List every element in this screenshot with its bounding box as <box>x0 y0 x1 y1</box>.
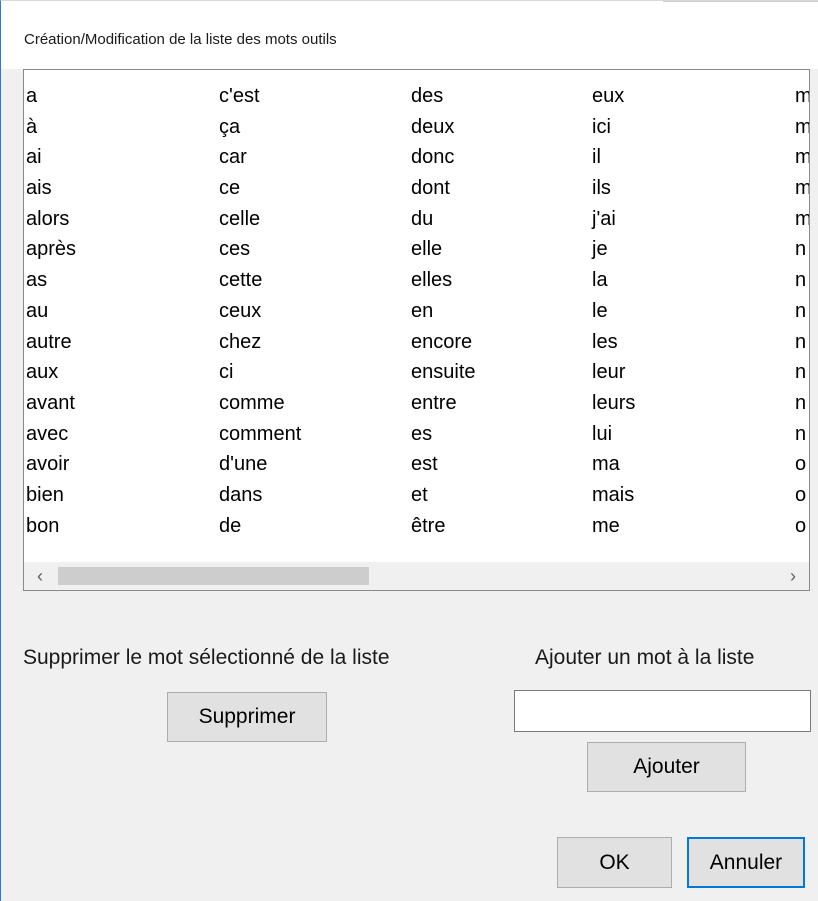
scroll-right-icon[interactable]: › <box>779 562 807 590</box>
list-item[interactable]: n <box>795 265 809 296</box>
list-item[interactable]: lui <box>592 419 635 450</box>
dialog-title: Création/Modification de la liste des mo… <box>24 31 337 48</box>
list-item[interactable]: les <box>592 327 635 358</box>
list-column-4: eux ici il ils j'ai je la le les leur leurs lui ma ma… <box>592 81 635 541</box>
list-column-2: c'est ça car ce celle ces cette ceux chez ci comme… <box>219 81 301 541</box>
list-column-5: mmmmmnnnnnnnooo <box>795 81 809 541</box>
list-item[interactable]: m <box>795 173 809 204</box>
list-item[interactable]: aux <box>26 357 76 388</box>
list-item[interactable]: ce <box>219 173 301 204</box>
list-item[interactable]: es <box>411 419 476 450</box>
list-item[interactable]: entre <box>411 388 476 419</box>
list-item[interactable]: m <box>795 142 809 173</box>
list-item[interactable]: encore <box>411 327 476 358</box>
dialog-window: Création/Modification de la liste des mo… <box>0 0 818 901</box>
list-item[interactable]: m <box>795 204 809 235</box>
list-column-3: des deux donc dont du elle elles en encore ensuit… <box>411 81 476 541</box>
list-item[interactable]: n <box>795 388 809 419</box>
list-item[interactable]: elles <box>411 265 476 296</box>
top-divider <box>663 1 818 2</box>
list-item[interactable]: de <box>219 511 301 542</box>
list-column-1: a à ai ais alors après as au autre aux avant avec av… <box>26 81 76 541</box>
list-item[interactable]: as <box>26 265 76 296</box>
horizontal-scrollbar[interactable]: ‹ › <box>24 562 809 590</box>
list-item[interactable]: m <box>795 112 809 143</box>
list-item[interactable]: donc <box>411 142 476 173</box>
list-item[interactable]: au <box>26 296 76 327</box>
list-item[interactable]: ici <box>592 112 635 143</box>
add-section-label: Ajouter un mot à la liste <box>535 646 755 669</box>
list-item[interactable]: c'est <box>219 81 301 112</box>
list-item[interactable]: comment <box>219 419 301 450</box>
list-item[interactable]: j'ai <box>592 204 635 235</box>
ok-button[interactable]: OK <box>557 837 672 888</box>
list-item[interactable]: comme <box>219 388 301 419</box>
list-item[interactable]: ils <box>592 173 635 204</box>
list-item[interactable]: il <box>592 142 635 173</box>
list-item[interactable]: ci <box>219 357 301 388</box>
list-item[interactable]: cette <box>219 265 301 296</box>
list-item[interactable]: ceux <box>219 296 301 327</box>
list-item[interactable]: deux <box>411 112 476 143</box>
list-item[interactable]: bien <box>26 480 76 511</box>
list-item[interactable]: en <box>411 296 476 327</box>
list-item[interactable]: n <box>795 234 809 265</box>
delete-section-label: Supprimer le mot sélectionné de la liste <box>23 646 390 669</box>
word-list-columns: a à ai ais alors après as au autre aux avant avec av… <box>24 81 809 561</box>
list-item[interactable]: n <box>795 327 809 358</box>
list-item[interactable]: à <box>26 112 76 143</box>
list-item[interactable]: après <box>26 234 76 265</box>
list-item[interactable]: ma <box>592 449 635 480</box>
list-item[interactable]: dont <box>411 173 476 204</box>
list-item[interactable]: alors <box>26 204 76 235</box>
list-item[interactable]: avant <box>26 388 76 419</box>
list-item[interactable]: mais <box>592 480 635 511</box>
cancel-button[interactable]: Annuler <box>687 837 805 888</box>
list-item[interactable]: autre <box>26 327 76 358</box>
list-item[interactable]: car <box>219 142 301 173</box>
list-item[interactable]: ai <box>26 142 76 173</box>
list-item[interactable]: ais <box>26 173 76 204</box>
list-item[interactable]: me <box>592 511 635 542</box>
list-item[interactable]: le <box>592 296 635 327</box>
list-item[interactable]: je <box>592 234 635 265</box>
add-button[interactable]: Ajouter <box>587 742 746 792</box>
list-item[interactable]: n <box>795 296 809 327</box>
list-item[interactable]: bon <box>26 511 76 542</box>
list-item[interactable]: elle <box>411 234 476 265</box>
list-item[interactable]: o <box>795 480 809 511</box>
list-item[interactable]: avec <box>26 419 76 450</box>
list-item[interactable]: eux <box>592 81 635 112</box>
list-item[interactable]: a <box>26 81 76 112</box>
add-word-input[interactable] <box>514 690 811 732</box>
list-item[interactable]: m <box>795 81 809 112</box>
list-item[interactable]: ensuite <box>411 357 476 388</box>
list-item[interactable]: être <box>411 511 476 542</box>
list-item[interactable]: du <box>411 204 476 235</box>
list-item[interactable]: et <box>411 480 476 511</box>
list-item[interactable]: chez <box>219 327 301 358</box>
delete-button[interactable]: Supprimer <box>167 692 327 742</box>
list-item[interactable]: ça <box>219 112 301 143</box>
list-item[interactable]: dans <box>219 480 301 511</box>
list-item[interactable]: des <box>411 81 476 112</box>
list-item[interactable]: o <box>795 449 809 480</box>
scroll-left-icon[interactable]: ‹ <box>26 562 54 590</box>
list-item[interactable]: d'une <box>219 449 301 480</box>
list-item[interactable]: avoir <box>26 449 76 480</box>
list-item[interactable]: est <box>411 449 476 480</box>
list-item[interactable]: celle <box>219 204 301 235</box>
list-item[interactable]: leurs <box>592 388 635 419</box>
dialog-titlebar: Création/Modification de la liste des mo… <box>1 1 818 69</box>
list-item[interactable]: n <box>795 419 809 450</box>
word-list[interactable]: a à ai ais alors après as au autre aux avant avec av… <box>23 69 810 591</box>
list-item[interactable]: ces <box>219 234 301 265</box>
list-item[interactable]: n <box>795 357 809 388</box>
list-item[interactable]: o <box>795 511 809 542</box>
list-item[interactable]: la <box>592 265 635 296</box>
list-item[interactable]: leur <box>592 357 635 388</box>
scrollbar-thumb[interactable] <box>58 567 369 585</box>
